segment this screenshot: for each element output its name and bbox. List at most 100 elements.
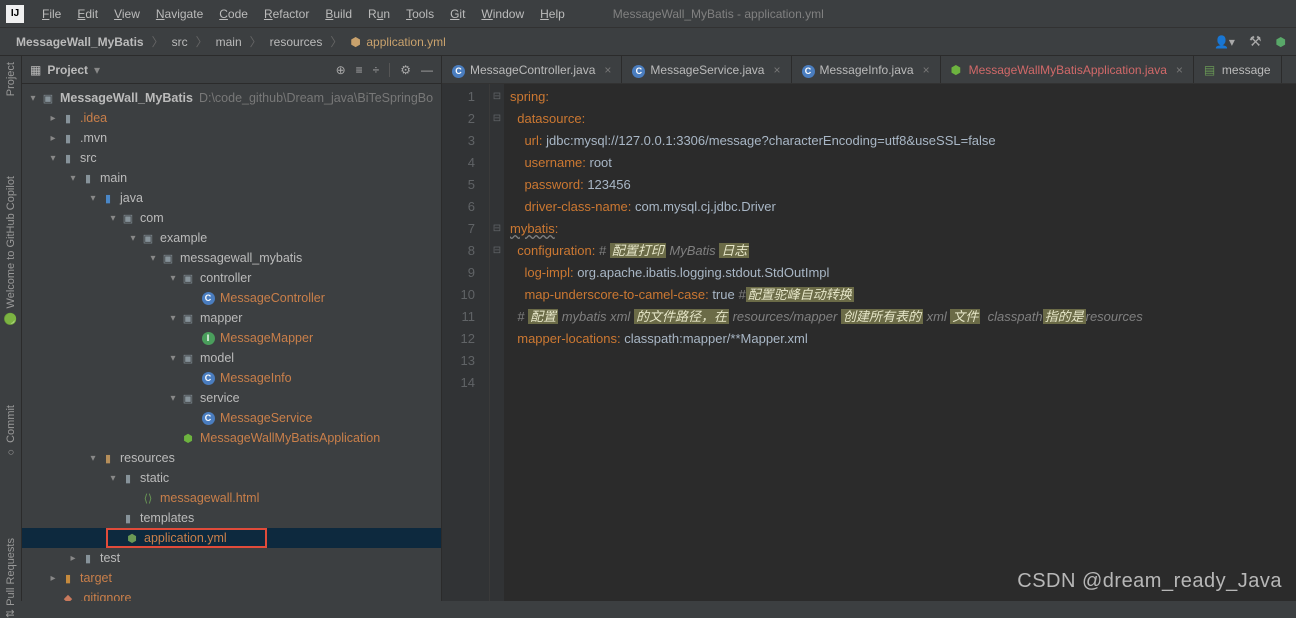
tree-messageinfo[interactable]: CMessageInfo (22, 368, 441, 388)
run-config-icon[interactable]: ⬢ (1276, 35, 1286, 49)
chevron-right-icon: 〉 (150, 33, 166, 50)
separator (389, 63, 390, 77)
breadcrumb-src[interactable]: src (166, 33, 194, 51)
menu-code[interactable]: Code (211, 7, 256, 21)
gitignore-icon: ◆ (60, 591, 76, 601)
menu-refactor[interactable]: Refactor (256, 7, 317, 21)
yml-file-icon: ⬢ (124, 531, 140, 545)
menu-git[interactable]: Git (442, 7, 473, 21)
gear-icon[interactable]: ⚙ (400, 63, 411, 77)
spring-boot-icon: ⬢ (183, 432, 193, 445)
menu-view[interactable]: View (106, 7, 148, 21)
app-logo-icon: IJ (6, 5, 24, 23)
project-tree: ▾▣MessageWall_MyBatisD:\code_github\Drea… (22, 84, 441, 601)
tab-messageservice[interactable]: CMessageService.java× (622, 56, 791, 83)
yml-file-icon: ⬢ (350, 35, 362, 47)
vtab-copilot[interactable]: 🟢 Welcome to GitHub Copilot (4, 176, 17, 325)
tree-messagemapper[interactable]: IMessageMapper (22, 328, 441, 348)
tree-controller[interactable]: ▾▣controller (22, 268, 441, 288)
menu-tools[interactable]: Tools (398, 7, 442, 21)
dropdown-icon[interactable]: ▾ (94, 63, 100, 77)
expand-all-icon[interactable]: ≡ (356, 63, 363, 77)
editor-tab-bar: CMessageController.java× CMessageService… (442, 56, 1296, 84)
spring-boot-icon: ⬢ (951, 63, 964, 76)
tab-messageinfo[interactable]: CMessageInfo.java× (792, 56, 941, 83)
file-icon: ▤ (1204, 63, 1217, 76)
tree-target[interactable]: ▸▮target (22, 568, 441, 588)
breadcrumb-file-label: application.yml (366, 35, 445, 49)
user-icon[interactable]: 👤▾ (1214, 35, 1235, 49)
tree-application-yml[interactable]: ⬢application.yml (22, 528, 441, 548)
tree-resources[interactable]: ▾▮resources (22, 448, 441, 468)
tab-message[interactable]: ▤message (1194, 56, 1282, 83)
tree-mapper[interactable]: ▾▣mapper (22, 308, 441, 328)
toolbar-right: 👤▾ ⚒ ⬢ (1214, 33, 1286, 50)
hide-icon[interactable]: — (421, 63, 433, 77)
tree-java[interactable]: ▾▮java (22, 188, 441, 208)
close-icon[interactable]: × (773, 63, 780, 77)
breadcrumb-resources[interactable]: resources (264, 33, 329, 51)
class-icon: C (632, 63, 645, 76)
tree-src[interactable]: ▾▮src (22, 148, 441, 168)
tree-model[interactable]: ▾▣model (22, 348, 441, 368)
html-file-icon: ⟨⟩ (140, 491, 156, 505)
code-area[interactable]: spring: datasource: url: jdbc:mysql://12… (504, 84, 1296, 601)
interface-icon: I (202, 332, 215, 345)
menu-build[interactable]: Build (317, 7, 360, 21)
close-icon[interactable]: × (923, 63, 930, 77)
select-opened-icon[interactable]: ⊕ (336, 63, 346, 77)
tree-gitignore[interactable]: ◆.gitignore (22, 588, 441, 601)
tree-com[interactable]: ▾▣com (22, 208, 441, 228)
tree-service[interactable]: ▾▣service (22, 388, 441, 408)
breadcrumb-main[interactable]: main (210, 33, 248, 51)
menu-file[interactable]: File (34, 7, 69, 21)
tree-static[interactable]: ▾▮static (22, 468, 441, 488)
tab-messagecontroller[interactable]: CMessageController.java× (442, 56, 622, 83)
editor-body[interactable]: 1234567891011121314 ⊟⊟⊟⊟ spring: datasou… (442, 84, 1296, 601)
class-icon: C (202, 372, 215, 385)
class-icon: C (202, 292, 215, 305)
project-panel-header: ▦ Project ▾ ⊕ ≡ ÷ ⚙ — (22, 56, 441, 84)
tree-root[interactable]: ▾▣MessageWall_MyBatisD:\code_github\Drea… (22, 88, 441, 108)
class-icon: C (802, 63, 815, 76)
menu-bar: IJ File Edit View Navigate Code Refactor… (0, 0, 1296, 28)
tree-pkg[interactable]: ▾▣messagewall_mybatis (22, 248, 441, 268)
fold-gutter: ⊟⊟⊟⊟ (490, 84, 504, 601)
menu-navigate[interactable]: Navigate (148, 7, 211, 21)
chevron-right-icon: 〉 (328, 33, 344, 50)
tree-example[interactable]: ▾▣example (22, 228, 441, 248)
close-icon[interactable]: × (1176, 63, 1183, 77)
editor-area: CMessageController.java× CMessageService… (442, 56, 1296, 601)
tree-messagewall-html[interactable]: ⟨⟩messagewall.html (22, 488, 441, 508)
menu-run[interactable]: Run (360, 7, 398, 21)
window-title-path: MessageWall_MyBatis - application.yml (613, 7, 824, 21)
tree-test[interactable]: ▸▮test (22, 548, 441, 568)
vtab-commit[interactable]: ○ Commit (5, 405, 17, 458)
tree-main[interactable]: ▾▮main (22, 168, 441, 188)
tree-templates[interactable]: ▮templates (22, 508, 441, 528)
left-tool-strip: Project 🟢 Welcome to GitHub Copilot ○ Co… (0, 56, 22, 601)
collapse-all-icon[interactable]: ÷ (373, 63, 380, 77)
menu-window[interactable]: Window (473, 7, 532, 21)
breadcrumb: MessageWall_MyBatis 〉 src 〉 main 〉 resou… (10, 33, 452, 51)
line-gutter: 1234567891011121314 (442, 84, 490, 601)
menu-edit[interactable]: Edit (69, 7, 106, 21)
class-icon: C (202, 412, 215, 425)
watermark: CSDN @dream_ready_Java (1017, 570, 1282, 593)
project-panel-title: Project (47, 63, 88, 77)
tree-appclass[interactable]: ⬢MessageWallMyBatisApplication (22, 428, 441, 448)
tree-mvn[interactable]: ▸▮.mvn (22, 128, 441, 148)
project-panel-icon: ▦ (30, 63, 41, 77)
tree-messageservice[interactable]: CMessageService (22, 408, 441, 428)
menu-help[interactable]: Help (532, 7, 573, 21)
class-icon: C (452, 63, 465, 76)
tab-application-java[interactable]: ⬢MessageWallMyBatisApplication.java× (941, 56, 1194, 83)
vtab-project[interactable]: Project (5, 62, 17, 96)
breadcrumb-root[interactable]: MessageWall_MyBatis (10, 33, 150, 51)
tree-messagecontroller[interactable]: CMessageController (22, 288, 441, 308)
close-icon[interactable]: × (604, 63, 611, 77)
breadcrumb-file[interactable]: ⬢ application.yml (344, 33, 451, 51)
vtab-pull-requests[interactable]: ⇅ Pull Requests (4, 538, 17, 618)
tree-idea[interactable]: ▸▮.idea (22, 108, 441, 128)
build-icon[interactable]: ⚒ (1249, 33, 1262, 50)
